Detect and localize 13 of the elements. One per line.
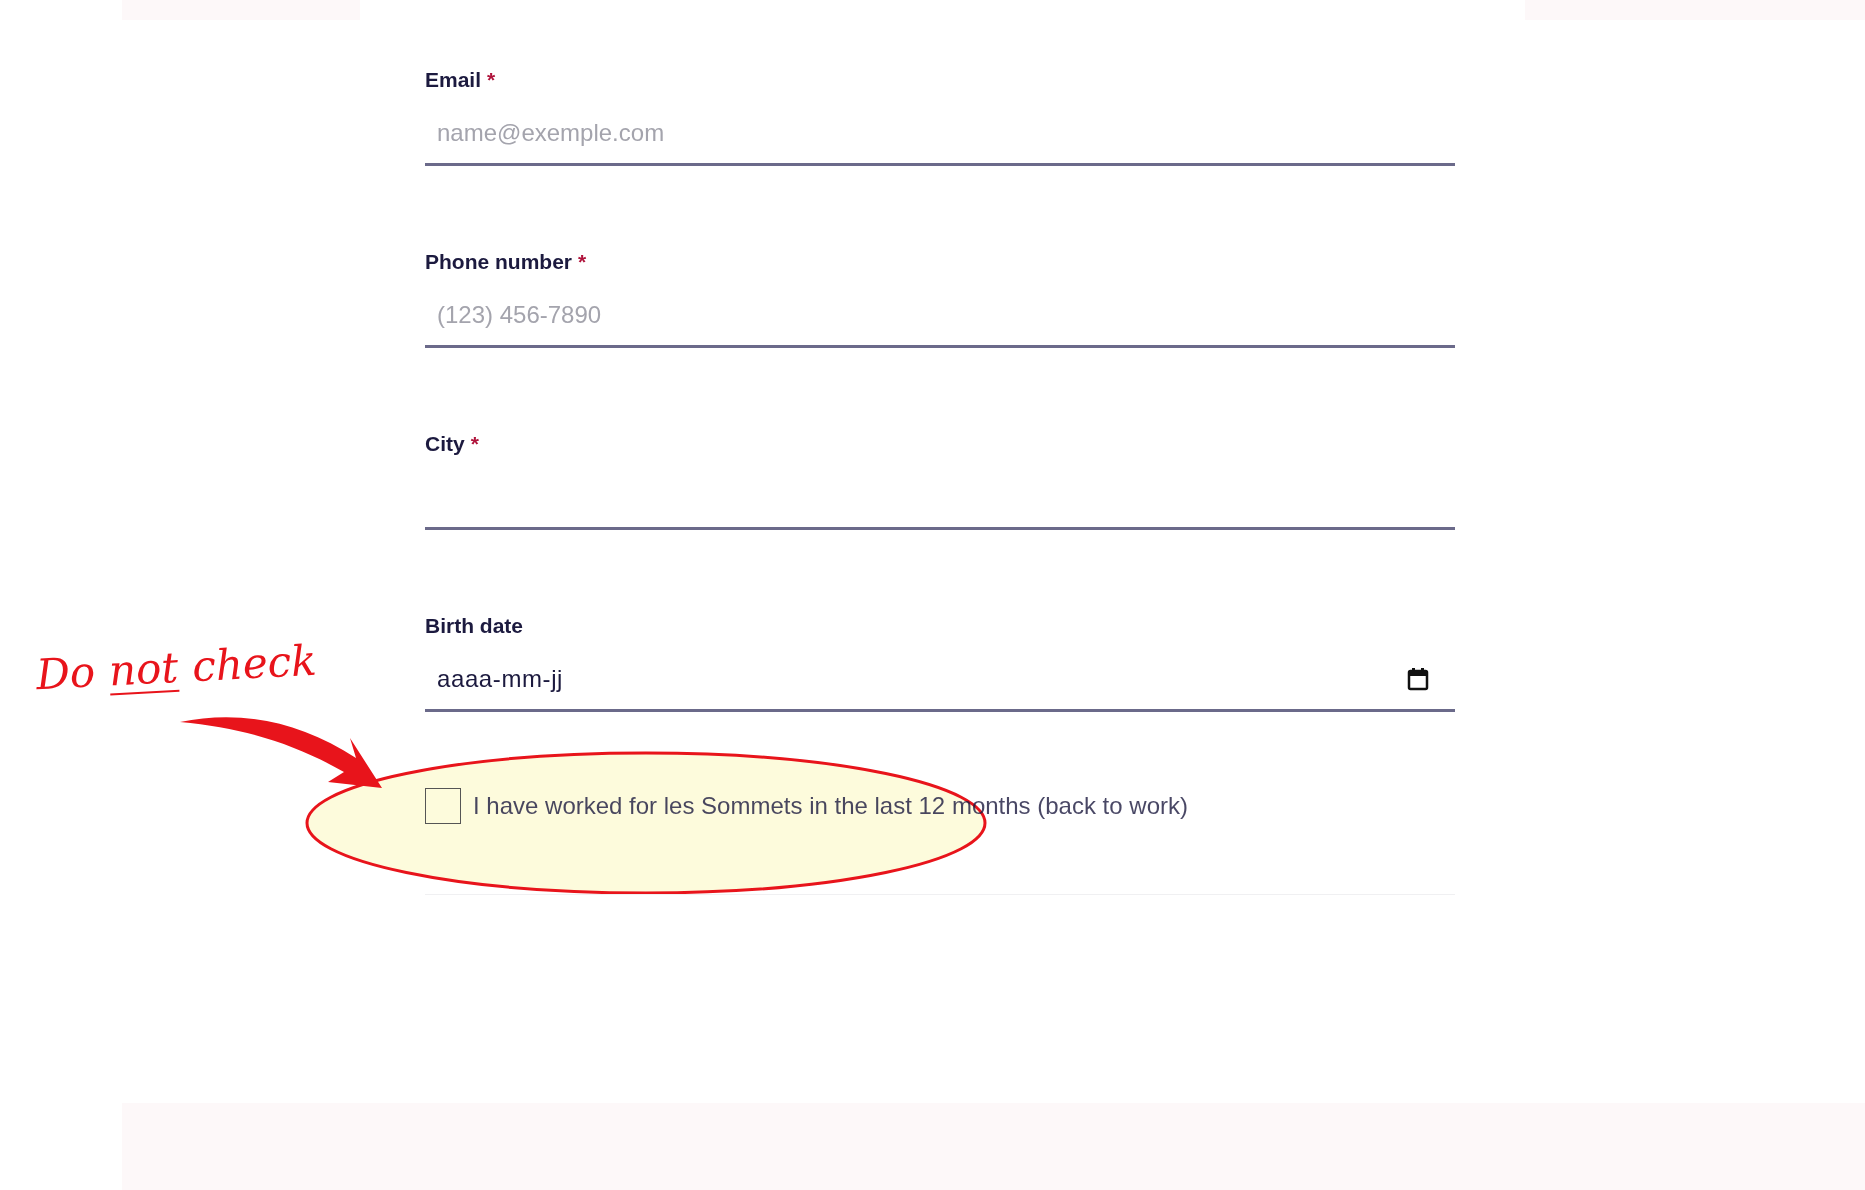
- field-label: City: [425, 431, 465, 457]
- input-field[interactable]: (123) 456-7890: [425, 284, 1455, 348]
- required-asterisk: *: [487, 67, 496, 93]
- field-label: Phone number: [425, 249, 572, 275]
- checkbox[interactable]: [425, 788, 461, 824]
- required-asterisk: *: [470, 431, 479, 457]
- handwritten-note: Do not check: [34, 634, 319, 702]
- field-label: Birth date: [425, 613, 523, 639]
- calendar-icon[interactable]: [1407, 666, 1429, 691]
- date-field[interactable]: aaaa-mm-jj: [425, 648, 1455, 712]
- required-asterisk: *: [578, 249, 587, 275]
- field-label: Email: [425, 67, 482, 93]
- input-field[interactable]: name@exemple.com: [425, 102, 1455, 166]
